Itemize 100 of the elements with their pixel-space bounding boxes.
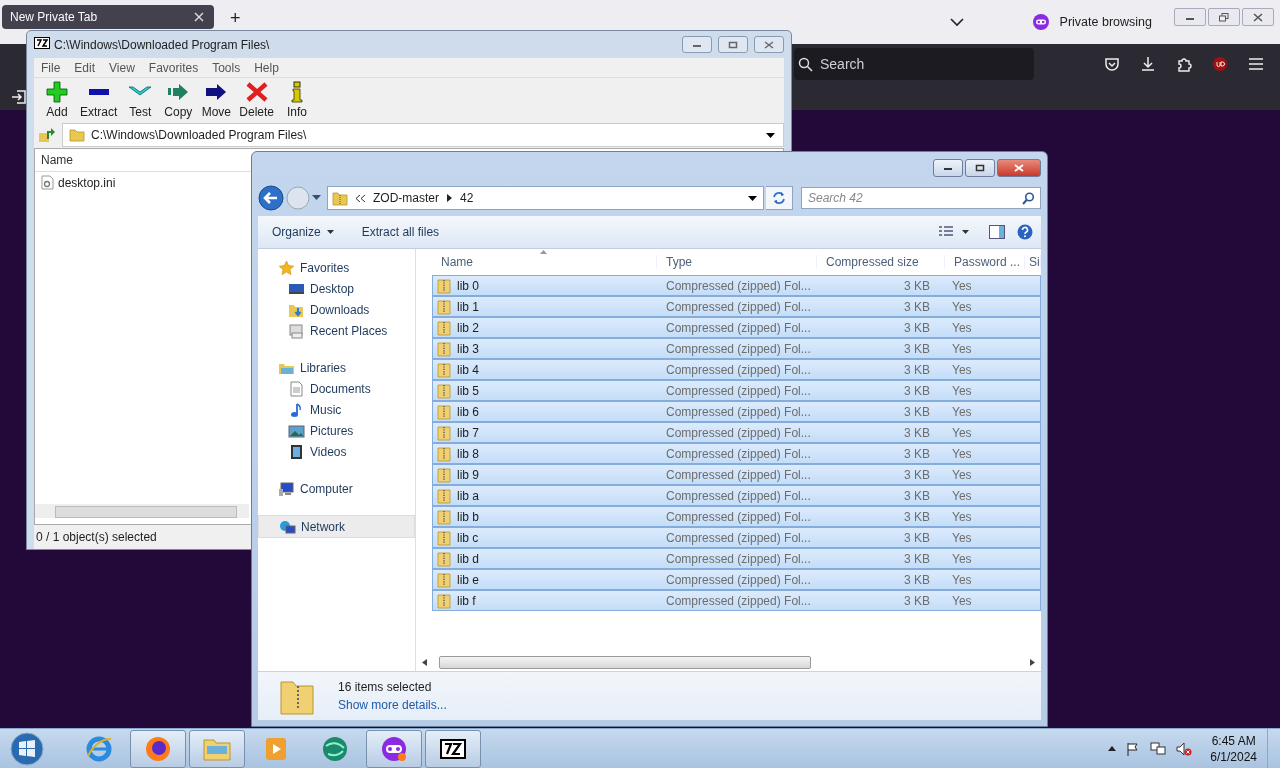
clock[interactable]: 6:45 AM 6/1/2024 — [1210, 733, 1257, 764]
file-row[interactable]: lib a Compressed (zipped) Fol... 3 KB Yes — [432, 485, 1041, 506]
scroll-right-icon[interactable] — [1030, 658, 1035, 666]
file-row[interactable]: lib 6 Compressed (zipped) Fol... 3 KB Yes — [432, 401, 1041, 422]
puzzle-icon[interactable] — [1176, 56, 1192, 72]
toolbar-button[interactable]: Delete — [235, 81, 279, 119]
history-dropdown-icon[interactable] — [312, 195, 321, 201]
nav-item[interactable]: Documents — [258, 378, 415, 399]
menu-item[interactable]: Help — [247, 60, 286, 75]
toolbar-button[interactable]: Test — [121, 81, 160, 119]
menu-item[interactable]: View — [102, 60, 142, 75]
nav-item[interactable]: Favorites — [258, 257, 415, 278]
taskbar-button[interactable] — [366, 729, 422, 768]
pocket-icon[interactable] — [1104, 56, 1120, 72]
command-button[interactable]: Organize — [264, 221, 342, 243]
breadcrumb-item[interactable]: ZOD-master — [373, 191, 439, 205]
address-bar[interactable]: ZOD-master 42 — [327, 186, 764, 210]
search-field[interactable]: Search — [794, 48, 1034, 80]
file-row[interactable]: lib 4 Compressed (zipped) Fol... 3 KB Yes — [432, 359, 1041, 380]
toolbar-button[interactable]: Add — [38, 81, 76, 119]
scrollbar[interactable] — [35, 504, 249, 518]
nav-item[interactable]: Recent Places — [258, 320, 415, 341]
close-button[interactable] — [754, 36, 784, 53]
toolbar-button[interactable]: Move — [197, 81, 236, 119]
file-row[interactable]: lib 7 Compressed (zipped) Fol... 3 KB Yes — [432, 422, 1041, 443]
minimize-button[interactable] — [1174, 8, 1206, 26]
file-row[interactable]: lib 5 Compressed (zipped) Fol... 3 KB Yes — [432, 380, 1041, 401]
file-row[interactable]: lib 8 Compressed (zipped) Fol... 3 KB Yes — [432, 443, 1041, 464]
shield-icon[interactable] — [1212, 56, 1228, 72]
path-field[interactable]: C:\Windows\Downloaded Program Files\ — [62, 123, 784, 147]
column-header[interactable]: Name — [432, 255, 657, 269]
column-header[interactable]: Password ... — [945, 255, 1025, 269]
overflow-chevron-icon[interactable] — [356, 194, 365, 202]
column-header[interactable]: Type — [657, 255, 817, 269]
file-name[interactable]: desktop.ini — [58, 175, 116, 190]
nav-item[interactable]: Pictures — [258, 420, 415, 441]
chevron-icon[interactable] — [949, 18, 964, 27]
column-header[interactable]: Name — [35, 153, 241, 167]
file-row[interactable]: lib 3 Compressed (zipped) Fol... 3 KB Yes — [432, 338, 1041, 359]
menu-item[interactable]: Edit — [67, 60, 103, 75]
help-icon[interactable] — [1017, 224, 1033, 240]
file-row[interactable]: lib b Compressed (zipped) Fol... 3 KB Yes — [432, 506, 1041, 527]
preview-pane-icon[interactable] — [989, 225, 1005, 239]
file-row[interactable]: lib 0 Compressed (zipped) Fol... 3 KB Yes — [432, 275, 1041, 296]
menu-item[interactable]: File — [34, 60, 68, 75]
scroll-left-icon[interactable] — [422, 658, 427, 666]
search-field[interactable]: Search 42 — [801, 187, 1041, 209]
menu-item[interactable]: Favorites — [141, 60, 206, 75]
nav-item[interactable]: Downloads — [258, 299, 415, 320]
close-button[interactable] — [1242, 8, 1274, 26]
nav-item[interactable]: Music — [258, 399, 415, 420]
file-row[interactable]: lib e Compressed (zipped) Fol... 3 KB Yes — [432, 569, 1041, 590]
nav-item[interactable]: Videos — [258, 441, 415, 462]
sign-in-icon[interactable] — [11, 89, 27, 105]
minimize-button[interactable] — [933, 159, 963, 177]
column-header[interactable]: Si — [1025, 255, 1041, 269]
toolbar-button[interactable]: Copy — [159, 81, 198, 119]
nav-item[interactable]: Libraries — [258, 357, 415, 378]
close-button[interactable] — [997, 159, 1041, 177]
download-icon[interactable] — [1140, 56, 1156, 72]
close-icon[interactable] — [194, 12, 204, 22]
new-tab-button[interactable]: + — [224, 8, 247, 29]
file-row[interactable]: lib 9 Compressed (zipped) Fol... 3 KB Yes — [432, 464, 1041, 485]
nav-item[interactable]: Network — [258, 515, 415, 538]
file-row[interactable]: lib c Compressed (zipped) Fol... 3 KB Yes — [432, 527, 1041, 548]
start-button[interactable] — [10, 731, 44, 766]
back-button[interactable] — [258, 185, 284, 211]
file-name: lib d — [457, 551, 479, 566]
dropdown-arrow-icon[interactable] — [748, 195, 757, 201]
menu-icon[interactable] — [1248, 57, 1264, 71]
file-type: Compressed (zipped) Fol... — [665, 404, 812, 419]
password-status: Yes — [951, 320, 972, 335]
flag-icon[interactable] — [1126, 741, 1141, 756]
taskbar-button[interactable] — [130, 729, 186, 768]
nav-item[interactable]: Computer — [258, 478, 415, 499]
maximize-button[interactable] — [965, 159, 995, 177]
taskbar-button[interactable] — [425, 729, 481, 768]
muted-speaker-icon[interactable] — [1176, 741, 1193, 756]
restore-button[interactable] — [1208, 8, 1240, 26]
breadcrumb-item[interactable]: 42 — [460, 191, 474, 205]
browser-tab[interactable]: New Private Tab — [2, 5, 214, 29]
file-row[interactable]: lib 2 Compressed (zipped) Fol... 3 KB Yes — [432, 317, 1041, 338]
file-row[interactable]: lib f Compressed (zipped) Fol... 3 KB Yes — [432, 590, 1041, 611]
breadcrumb-arrow-icon[interactable] — [447, 194, 452, 202]
nav-item[interactable]: Desktop — [258, 278, 415, 299]
network-icon[interactable] — [1150, 741, 1167, 756]
toolbar-button[interactable]: Info — [278, 81, 317, 119]
password-status: Yes — [951, 572, 972, 587]
file-row[interactable]: lib d Compressed (zipped) Fol... 3 KB Yes — [432, 548, 1041, 569]
view-options-button[interactable] — [938, 226, 969, 238]
file-row[interactable]: lib 1 Compressed (zipped) Fol... 3 KB Yes — [432, 296, 1041, 317]
show-hidden-icons-button[interactable] — [1108, 746, 1117, 751]
folder-up-icon[interactable] — [38, 127, 56, 143]
menu-item[interactable]: Tools — [205, 60, 248, 75]
file-type: Compressed (zipped) Fol... — [665, 488, 812, 503]
details-link[interactable]: Show more details... — [338, 698, 447, 712]
command-button[interactable]: Extract all files — [353, 221, 448, 243]
toolbar-button[interactable]: Extract — [76, 81, 122, 119]
refresh-button[interactable] — [766, 186, 793, 210]
column-header[interactable]: Compressed size — [817, 255, 945, 269]
